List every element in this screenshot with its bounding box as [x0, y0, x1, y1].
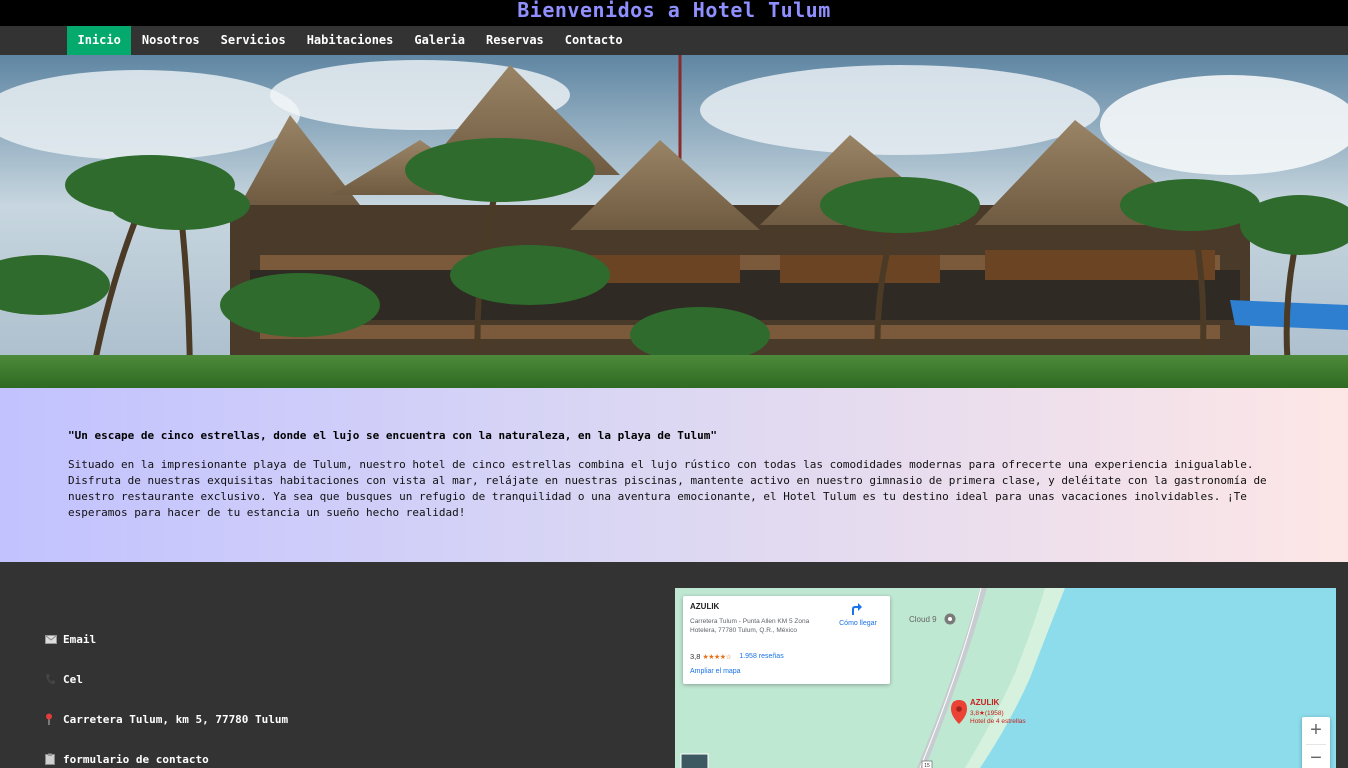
phone-icon — [45, 672, 63, 686]
nav-item-galeria[interactable]: Galeria — [404, 26, 476, 55]
map-place-card: AZULIK Carretera Tulum - Punta Allen KM … — [683, 596, 890, 684]
map-zoom-controls: + − — [1302, 717, 1330, 768]
marker-category: Hotel de 4 estrellas — [970, 718, 1026, 725]
nav-item-nosotros[interactable]: Nosotros — [131, 26, 210, 55]
reviews-link[interactable]: 1.958 reseñas — [739, 653, 783, 660]
rating-stars-icon: ★★★★☆ — [702, 653, 732, 661]
clipboard-icon — [45, 752, 63, 766]
hero-image — [0, 55, 1348, 388]
zoom-in-button[interactable]: + — [1302, 717, 1330, 744]
place-address: Carretera Tulum - Punta Allen KM 5 Zona … — [690, 618, 810, 634]
nav-list: Inicio Nosotros Servicios Habitaciones G… — [67, 26, 633, 55]
directions-button[interactable]: Cómo llegar — [833, 601, 883, 627]
embedded-map[interactable]: 15 Cloud 9 AZULIK 3,8★(1958) Hotel de 4 … — [675, 588, 1336, 768]
nav-item-reservas[interactable]: Reservas — [475, 26, 554, 55]
hotel-illustration — [0, 55, 1348, 388]
intro-section: "Un escape de cinco estrellas, donde el … — [0, 388, 1348, 562]
title-bar: Bienvenidos a Hotel Tulum — [0, 0, 1348, 26]
form-label[interactable]: formulario de contacto — [63, 753, 209, 766]
main-navbar: Inicio Nosotros Servicios Habitaciones G… — [0, 26, 1348, 55]
contact-form-link[interactable]: formulario de contacto — [45, 752, 209, 766]
place-rating: 3,8 — [690, 652, 701, 661]
contact-address[interactable]: Carretera Tulum, km 5, 77780 Tulum — [45, 712, 288, 726]
place-rating-row: 3,8 ★★★★☆ 1.958 reseñas — [690, 652, 784, 661]
directions-icon — [852, 603, 862, 615]
page-title: Bienvenidos a Hotel Tulum — [517, 0, 831, 22]
nav-item-servicios[interactable]: Servicios — [210, 26, 296, 55]
marker-rating: 3,8★(1958) — [970, 709, 1004, 717]
map-pin-icon — [45, 712, 63, 726]
directions-label[interactable]: Cómo llegar — [833, 620, 883, 627]
email-icon — [45, 632, 63, 646]
nav-item-inicio[interactable]: Inicio — [67, 26, 132, 55]
slogan: "Un escape de cinco estrellas, donde el … — [68, 429, 718, 442]
address-label[interactable]: Carretera Tulum, km 5, 77780 Tulum — [63, 713, 288, 726]
enlarge-map-link[interactable]: Ampliar el mapa — [690, 668, 741, 675]
nav-item-contacto[interactable]: Contacto — [554, 26, 633, 55]
poi-cloud9-label[interactable]: Cloud 9 — [909, 615, 937, 624]
place-name: AZULIK — [690, 602, 720, 611]
phone-label[interactable]: Cel — [63, 673, 83, 686]
hotel-description: Situado en la impresionante playa de Tul… — [68, 458, 1267, 519]
email-label[interactable]: Email — [63, 633, 96, 646]
marker-name[interactable]: AZULIK — [970, 698, 1000, 707]
contact-email[interactable]: Email — [45, 632, 96, 646]
zoom-out-button[interactable]: − — [1302, 745, 1330, 768]
contact-phone[interactable]: Cel — [45, 672, 83, 686]
nav-item-habitaciones[interactable]: Habitaciones — [296, 26, 404, 55]
road-number: 15 — [924, 763, 930, 768]
